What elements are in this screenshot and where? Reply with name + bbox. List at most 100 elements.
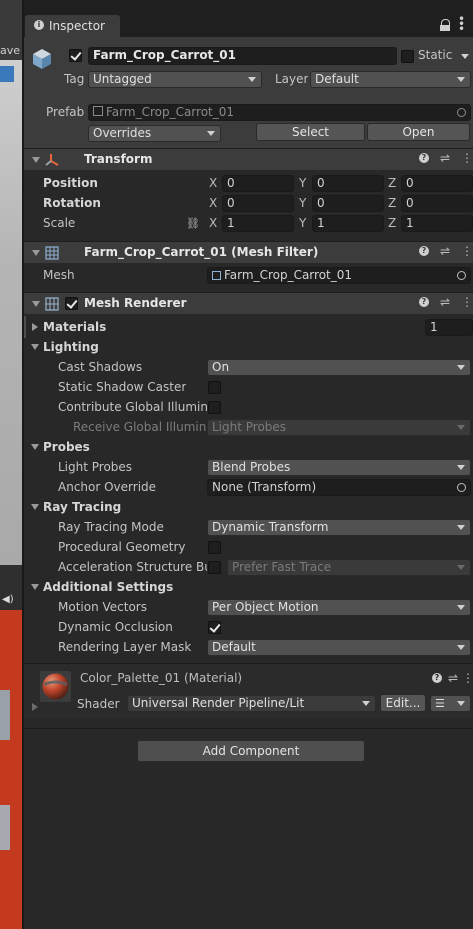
object-picker-icon[interactable] (457, 108, 466, 117)
scale-z-label[interactable]: Z (388, 216, 396, 230)
mesh-renderer-enabled-checkbox[interactable] (65, 297, 78, 310)
gameobject-cube-icon (32, 48, 52, 69)
presets-icon[interactable]: ⇌ (448, 672, 458, 684)
gameobject-name-field[interactable]: Farm_Crop_Carrot_01 (88, 47, 397, 65)
static-label: Static (418, 48, 453, 62)
rotation-y-label[interactable]: Y (299, 196, 306, 210)
more-options-icon[interactable]: • • • (458, 13, 465, 35)
overrides-dropdown[interactable]: Overrides (88, 125, 221, 142)
static-checkbox[interactable] (401, 50, 414, 63)
add-component-button[interactable]: Add Component (137, 740, 365, 762)
rotation-z-field[interactable]: 0 (401, 195, 473, 212)
lighting-foldout-arrow[interactable] (31, 344, 39, 350)
presets-icon[interactable]: ⇌ (440, 245, 450, 257)
foldout-arrow-icon[interactable] (32, 301, 40, 307)
materials-count-field[interactable]: 1 (425, 319, 473, 336)
help-icon[interactable]: ? (419, 297, 429, 307)
prefab-select-button[interactable]: Select (256, 123, 365, 141)
scene-toolbar-button[interactable] (0, 66, 14, 82)
dynamic-occlusion-checkbox[interactable] (208, 621, 221, 634)
rotation-z-label[interactable]: Z (388, 196, 396, 210)
mesh-field[interactable]: Farm_Crop_Carrot_01 (207, 267, 471, 284)
scale-x-label[interactable]: X (209, 216, 217, 230)
rotation-y-field[interactable]: 0 (312, 195, 384, 212)
foldout-arrow-icon[interactable] (32, 250, 40, 256)
acceleration-structure-checkbox[interactable] (208, 561, 221, 574)
shader-value: Universal Render Pipeline/Lit (132, 696, 305, 710)
component-menu-icon[interactable]: ⋮ (461, 152, 473, 164)
motion-vectors-dropdown[interactable]: Per Object Motion (207, 599, 471, 616)
procedural-geometry-checkbox[interactable] (208, 541, 221, 554)
mesh-filter-header[interactable]: Farm_Crop_Carrot_01 (Mesh Filter) ? ⇌ ⋮ (24, 241, 473, 263)
shader-options-dropdown[interactable]: ☰ (430, 695, 471, 712)
prefab-field[interactable]: Farm_Crop_Carrot_01 (88, 104, 471, 121)
static-dropdown-caret[interactable] (461, 54, 469, 59)
game-view-object-2 (0, 805, 10, 850)
rotation-x-field[interactable]: 0 (222, 195, 294, 212)
layer-dropdown[interactable]: Default (310, 71, 471, 88)
gameobject-active-checkbox[interactable] (69, 49, 82, 62)
chevron-down-icon (457, 701, 465, 706)
help-icon[interactable]: ? (419, 153, 429, 163)
scale-y-field[interactable]: 1 (312, 215, 384, 232)
presets-icon[interactable]: ⇌ (440, 296, 450, 308)
position-y-label[interactable]: Y (299, 176, 306, 190)
position-z-field[interactable]: 0 (401, 175, 473, 192)
audio-icon[interactable]: ◀) (2, 594, 14, 605)
scene-label: ave (0, 44, 21, 57)
rendering-layer-mask-label: Rendering Layer Mask (58, 640, 192, 654)
position-x-field[interactable]: 0 (222, 175, 294, 192)
additional-settings-label[interactable]: Additional Settings (43, 580, 173, 594)
game-view-viewport[interactable] (0, 610, 22, 929)
rotation-x-label[interactable]: X (209, 196, 217, 210)
additional-settings-foldout-arrow[interactable] (31, 584, 39, 590)
anchor-override-field[interactable]: None (Transform) (207, 479, 471, 496)
shader-edit-button[interactable]: Edit... (380, 694, 426, 712)
probes-label[interactable]: Probes (43, 440, 90, 454)
materials-label[interactable]: Materials (43, 320, 106, 334)
help-icon[interactable]: ? (419, 246, 429, 256)
prefab-open-button[interactable]: Open (367, 123, 470, 141)
cast-shadows-label: Cast Shadows (58, 360, 143, 374)
rendering-layer-mask-dropdown[interactable]: Default (207, 639, 471, 656)
tab-title: Inspector (49, 19, 105, 33)
component-menu-icon[interactable]: ⋮ (461, 245, 473, 257)
tab-inspector[interactable]: i Inspector (25, 15, 120, 37)
component-menu-icon[interactable]: ⋮ (462, 672, 473, 684)
scene-viewport-top[interactable] (0, 60, 22, 565)
materials-foldout-arrow[interactable] (32, 323, 38, 331)
ray-tracing-mode-dropdown[interactable]: Dynamic Transform (207, 519, 471, 536)
scale-y-label[interactable]: Y (299, 216, 306, 230)
lighting-label[interactable]: Lighting (43, 340, 99, 354)
position-label: Position (43, 176, 98, 190)
static-shadow-caster-checkbox[interactable] (208, 381, 221, 394)
material-name: Color_Palette_01 (Material) (80, 671, 243, 685)
position-x-label[interactable]: X (209, 176, 217, 190)
material-foldout-arrow[interactable] (32, 703, 38, 711)
ray-tracing-label[interactable]: Ray Tracing (43, 500, 121, 514)
position-z-label[interactable]: Z (388, 176, 396, 190)
shader-dropdown[interactable]: Universal Render Pipeline/Lit (127, 695, 376, 712)
scale-x-field[interactable]: 1 (222, 215, 294, 232)
light-probes-dropdown[interactable]: Blend Probes (207, 459, 471, 476)
position-y-field[interactable]: 0 (312, 175, 384, 192)
foldout-arrow-icon[interactable] (32, 157, 40, 163)
acceleration-structure-dropdown: Prefer Fast Trace (227, 559, 471, 576)
object-picker-icon[interactable] (457, 271, 466, 280)
presets-icon[interactable]: ⇌ (440, 152, 450, 164)
tag-value: Untagged (93, 72, 152, 86)
probes-foldout-arrow[interactable] (31, 444, 39, 450)
object-picker-icon[interactable] (457, 483, 466, 492)
component-menu-icon[interactable]: ⋮ (461, 296, 473, 308)
cast-shadows-dropdown[interactable]: On (207, 359, 471, 376)
contribute-gi-checkbox[interactable] (208, 401, 221, 414)
help-icon[interactable]: ? (432, 673, 442, 683)
ray-tracing-foldout-arrow[interactable] (31, 504, 39, 510)
transform-header[interactable]: Transform ? ⇌ ⋮ (24, 148, 473, 170)
mesh-renderer-header[interactable]: Mesh Renderer ? ⇌ ⋮ (24, 292, 473, 314)
scene-view-strip[interactable]: ave ◀) (0, 0, 22, 929)
tag-dropdown[interactable]: Untagged (88, 71, 262, 88)
scale-z-field[interactable]: 1 (401, 215, 473, 232)
receive-gi-value: Light Probes (212, 420, 287, 434)
constrain-proportions-icon[interactable]: ⛓ (186, 218, 200, 230)
